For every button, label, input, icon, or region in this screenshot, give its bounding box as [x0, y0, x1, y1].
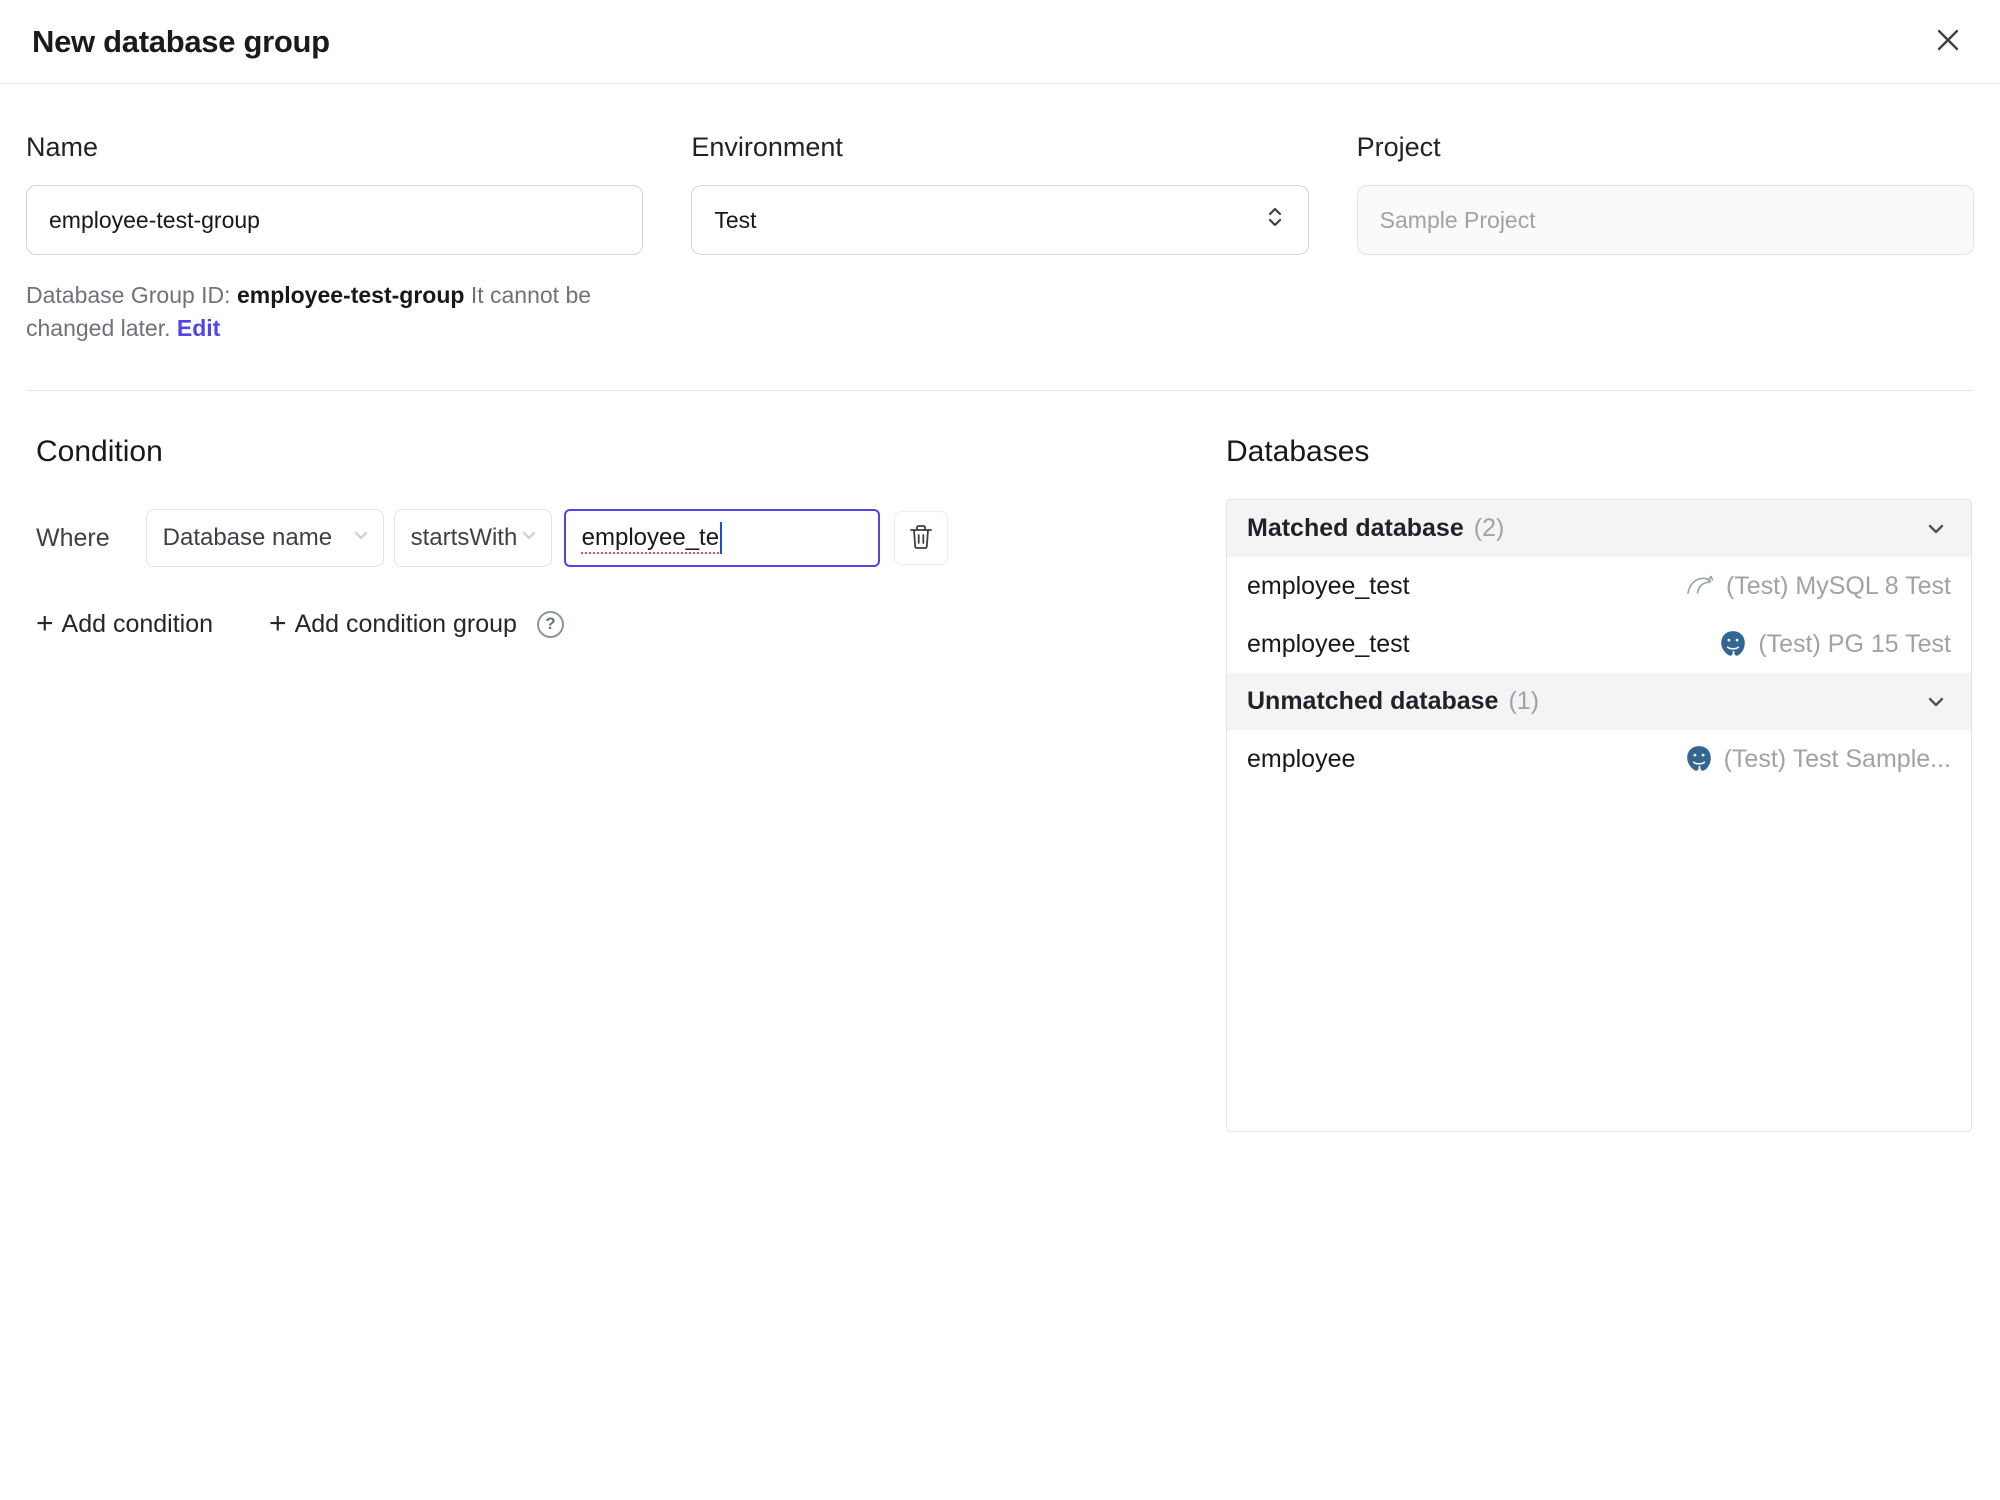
add-condition-group-button[interactable]: + Add condition group ? — [269, 609, 564, 639]
page-title: New database group — [32, 23, 330, 59]
condition-field-value: Database name — [162, 524, 333, 552]
instance-label: (Test) MySQL 8 Test — [1725, 571, 1951, 600]
matched-database-label: Matched database — [1247, 514, 1464, 543]
condition-row: Where Database name startsWith employee_… — [36, 509, 1186, 568]
condition-operator-dropdown[interactable]: startsWith — [393, 509, 552, 568]
condition-operator-value: startsWith — [410, 524, 518, 552]
group-id-value: employee-test-group — [236, 282, 465, 308]
where-label: Where — [36, 523, 110, 552]
instance-label: (Test) PG 15 Test — [1758, 629, 1951, 658]
project-label: Project — [1356, 132, 1441, 162]
dialog-header: New database group — [0, 0, 2000, 84]
name-label: Name — [26, 132, 99, 162]
form-grid: Name Database Group ID: employee-test-gr… — [0, 84, 2000, 344]
group-id-note-prefix: Database Group ID: — [26, 282, 237, 308]
postgres-icon — [1684, 744, 1714, 774]
text-caret — [720, 522, 723, 555]
environment-label: Environment — [691, 132, 843, 162]
database-row[interactable]: employee_test (Test) MySQL 8 Test — [1227, 557, 1971, 615]
database-instance: (Test) Test Sample... — [1684, 744, 1951, 774]
mysql-icon — [1684, 570, 1716, 602]
chevron-down-icon — [1921, 687, 1951, 717]
database-row[interactable]: employee (Test) Test Sample... — [1227, 730, 1971, 788]
database-instance: (Test) MySQL 8 Test — [1684, 570, 1951, 602]
unmatched-database-count: (1) — [1508, 687, 1540, 716]
close-button[interactable] — [1926, 20, 1970, 64]
project-field-group: Project Sample Project — [1356, 132, 1974, 344]
instance-label: (Test) Test Sample... — [1723, 744, 1951, 773]
edit-group-id-link[interactable]: Edit — [177, 315, 220, 341]
name-input[interactable] — [26, 185, 644, 255]
databases-section: Databases Matched database (2) employee_… — [1226, 435, 1972, 1133]
condition-heading: Condition — [36, 435, 163, 469]
chevron-down-icon — [349, 523, 373, 554]
database-name: employee — [1247, 744, 1356, 773]
chevron-down-icon — [1921, 514, 1951, 544]
trash-icon — [906, 522, 936, 555]
database-instance: (Test) PG 15 Test — [1718, 629, 1951, 659]
group-id-note: Database Group ID: employee-test-group I… — [26, 279, 643, 344]
condition-field-dropdown[interactable]: Database name — [145, 509, 384, 568]
condition-actions: + Add condition + Add condition group ? — [36, 609, 1186, 639]
condition-value-input[interactable]: employee_te — [563, 509, 880, 568]
database-name: employee_test — [1247, 629, 1410, 658]
matched-database-header[interactable]: Matched database (2) — [1227, 500, 1971, 558]
name-field-group: Name Database Group ID: employee-test-gr… — [26, 132, 644, 344]
matched-database-count: (2) — [1473, 514, 1505, 543]
plus-icon: + — [36, 607, 54, 641]
delete-condition-button[interactable] — [893, 511, 948, 566]
postgres-icon — [1718, 629, 1748, 659]
chevron-up-down-icon — [1262, 204, 1288, 236]
unmatched-database-header[interactable]: Unmatched database (1) — [1227, 673, 1971, 731]
close-icon — [1932, 24, 1964, 59]
plus-icon: + — [269, 607, 287, 641]
environment-select[interactable]: Test — [691, 185, 1309, 255]
database-row[interactable]: employee_test (Test) PG 15 Test — [1227, 615, 1971, 673]
add-condition-group-label: Add condition group — [294, 609, 517, 638]
databases-panel: Matched database (2) employee_test (Test… — [1226, 499, 1972, 1133]
add-condition-label: Add condition — [61, 609, 214, 638]
unmatched-database-label: Unmatched database — [1247, 687, 1499, 716]
help-icon[interactable]: ? — [536, 610, 564, 638]
condition-value-text: employee_te — [581, 524, 720, 552]
databases-heading: Databases — [1226, 435, 1370, 469]
environment-field-group: Environment Test — [691, 132, 1309, 344]
condition-section: Condition Where Database name startsWith… — [36, 435, 1226, 1132]
environment-selected-value: Test — [714, 206, 757, 233]
main-content: Condition Where Database name startsWith… — [0, 391, 2000, 1133]
chevron-down-icon — [517, 523, 541, 554]
project-value: Sample Project — [1379, 206, 1536, 233]
database-name: employee_test — [1247, 571, 1410, 600]
project-input: Sample Project — [1356, 185, 1974, 255]
add-condition-button[interactable]: + Add condition — [36, 609, 213, 639]
